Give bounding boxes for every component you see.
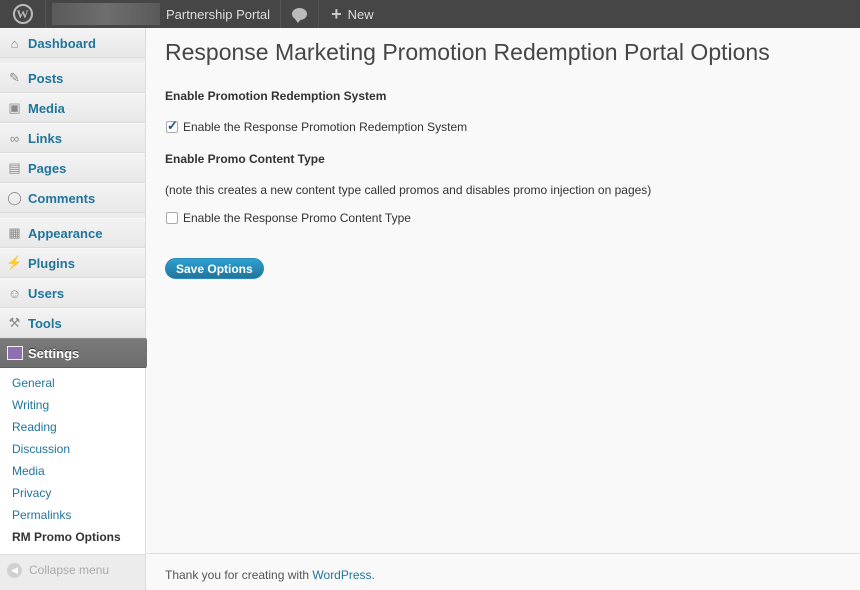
wordpress-logo-icon: W xyxy=(12,4,33,24)
admin-bar: W Partnership Portal + New xyxy=(0,0,860,28)
main-content: Response Marketing Promotion Redemption … xyxy=(147,28,860,590)
users-icon: ☺ xyxy=(7,285,22,301)
menu-label: Posts xyxy=(28,70,64,86)
menu-label: Comments xyxy=(28,190,96,206)
pages-icon: ▤ xyxy=(8,160,21,175)
collapse-label: Collapse menu xyxy=(29,563,110,577)
menu-item-plugins[interactable]: ⚡ Plugins xyxy=(0,248,145,278)
menu-item-dashboard[interactable]: ⌂ Dashboard xyxy=(0,28,145,58)
wordpress-logo-button[interactable]: W xyxy=(0,0,46,28)
plug-icon: ⚡ xyxy=(6,255,23,270)
comment-bubble-icon xyxy=(292,8,308,23)
collapse-menu-button[interactable]: ◀ Collapse menu xyxy=(0,555,145,585)
admin-sidebar: ⌂ Dashboard ✎ Posts ▣ Media ∞ Links ▤ Pa… xyxy=(0,28,154,590)
submenu-item-reading[interactable]: Reading xyxy=(0,416,145,438)
submenu-item-writing[interactable]: Writing xyxy=(0,394,145,416)
wordpress-link[interactable]: WordPress xyxy=(312,568,371,582)
submenu-item-discussion[interactable]: Discussion xyxy=(0,438,145,460)
menu-label: Links xyxy=(28,130,62,146)
footer-thanks: Thank you for creating with xyxy=(165,568,313,582)
menu-label: Plugins xyxy=(28,255,75,271)
section-title-promo-content: Enable Promo Content Type xyxy=(165,152,325,166)
site-name: Partnership Portal xyxy=(166,6,271,22)
checkbox-label: Enable the Response Promo Content Type xyxy=(183,211,411,225)
menu-item-tools[interactable]: ⚒ Tools xyxy=(0,308,145,338)
footer-text: Thank you for creating with WordPress. xyxy=(165,568,375,582)
menu-label: Pages xyxy=(28,160,67,176)
menu-label: Dashboard xyxy=(28,35,96,51)
promo-content-option[interactable]: Enable the Response Promo Content Type xyxy=(166,211,411,225)
menu-item-posts[interactable]: ✎ Posts xyxy=(0,63,145,93)
promo-content-note: (note this creates a new content type ca… xyxy=(165,183,652,197)
comment-icon: ◯ xyxy=(7,190,22,205)
redemption-system-option[interactable]: Enable the Response Promotion Redemption… xyxy=(166,118,468,134)
menu-item-users[interactable]: ☺ Users xyxy=(0,278,145,308)
submenu-item-media[interactable]: Media xyxy=(0,460,145,482)
submenu-item-permalinks[interactable]: Permalinks xyxy=(0,504,145,526)
new-content-button[interactable]: + New xyxy=(319,0,386,28)
site-name-link[interactable]: Partnership Portal xyxy=(46,0,282,28)
media-icon: ▣ xyxy=(8,100,21,115)
menu-label: Settings xyxy=(28,345,80,361)
menu-item-pages[interactable]: ▤ Pages xyxy=(0,153,145,183)
page-title: Response Marketing Promotion Redemption … xyxy=(165,39,770,65)
collapse-arrow-icon: ◀ xyxy=(7,562,22,578)
comments-button[interactable] xyxy=(281,0,320,28)
plus-icon: + xyxy=(331,4,342,24)
house-icon: ⌂ xyxy=(10,35,19,51)
submenu-item-general[interactable]: General xyxy=(0,372,145,394)
menu-item-links[interactable]: ∞ Links xyxy=(0,123,145,153)
tools-icon: ⚒ xyxy=(8,315,21,330)
footer-divider xyxy=(147,553,860,554)
menu-item-comments[interactable]: ◯ Comments xyxy=(0,183,145,213)
appearance-icon: ▦ xyxy=(8,225,21,240)
menu-item-appearance[interactable]: ▦ Appearance xyxy=(0,218,145,248)
settings-submenu: General Writing Reading Discussion Media… xyxy=(0,368,145,555)
menu-label: Users xyxy=(28,285,65,301)
footer-suffix: . xyxy=(371,568,375,582)
redemption-system-checkbox[interactable] xyxy=(166,118,178,134)
submenu-item-privacy[interactable]: Privacy xyxy=(0,482,145,504)
blurred-region xyxy=(52,3,160,25)
checkbox-label: Enable the Response Promotion Redemption… xyxy=(183,120,468,134)
promo-content-checkbox[interactable] xyxy=(166,212,178,224)
menu-label: Media xyxy=(28,100,65,116)
submenu-item-rm-promo-options[interactable]: RM Promo Options xyxy=(0,526,145,548)
save-options-button[interactable]: Save Options xyxy=(165,258,264,279)
new-label: New xyxy=(347,6,374,22)
menu-label: Appearance xyxy=(28,225,103,241)
settings-icon xyxy=(6,345,23,361)
section-title-redemption: Enable Promotion Redemption System xyxy=(165,89,387,103)
link-icon: ∞ xyxy=(9,130,20,146)
menu-label: Tools xyxy=(28,315,62,331)
pushpin-icon: ✎ xyxy=(9,70,20,85)
menu-item-media[interactable]: ▣ Media xyxy=(0,93,145,123)
menu-item-settings[interactable]: Settings xyxy=(0,338,154,368)
